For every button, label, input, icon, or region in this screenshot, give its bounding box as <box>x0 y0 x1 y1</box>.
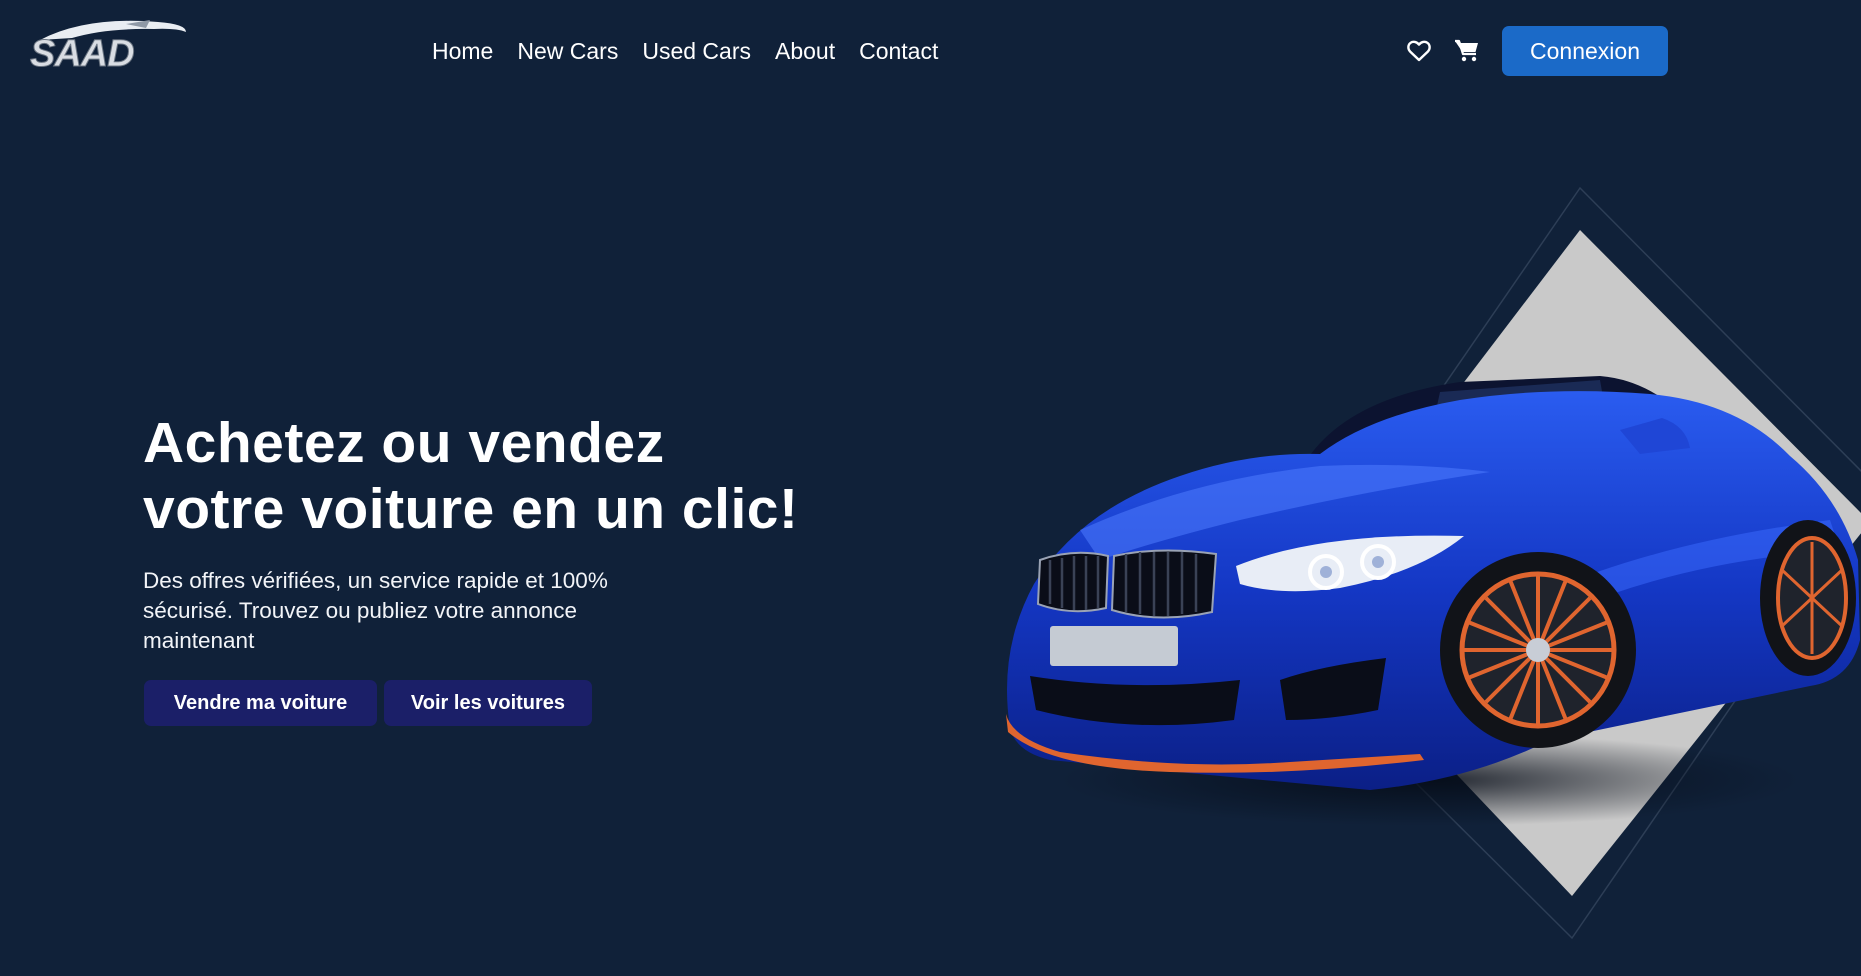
hero-title: Achetez ou vendez votre voiture en un cl… <box>143 410 923 542</box>
nav-item-new-cars[interactable]: New Cars <box>517 34 618 68</box>
logo-graphic: SAAD <box>30 20 186 72</box>
sell-car-button[interactable]: Vendre ma voiture <box>144 680 377 726</box>
cart-icon <box>1455 39 1478 62</box>
hero-actions: Vendre ma voiture Voir les voitures <box>144 680 592 726</box>
hero-description: Des offres vérifiées, un service rapide … <box>143 568 608 653</box>
brand-logo[interactable]: SAAD <box>26 14 194 72</box>
heart-icon <box>1407 40 1431 62</box>
main-nav: Home New Cars Used Cars About Contact <box>432 34 938 68</box>
hero-title-line-1: Achetez ou vendez <box>143 411 665 475</box>
nav-item-about[interactable]: About <box>775 34 835 68</box>
hero-illustration <box>990 180 1861 960</box>
browse-cars-button[interactable]: Voir les voitures <box>384 680 592 726</box>
license-plate <box>1050 626 1178 666</box>
nav-item-contact[interactable]: Contact <box>859 34 938 68</box>
cart-button[interactable] <box>1452 36 1482 66</box>
logo-text: SAAD <box>30 33 134 72</box>
car-image <box>1006 186 1861 940</box>
hero-title-line-2: votre voiture en un clic! <box>143 477 799 541</box>
wishlist-button[interactable] <box>1404 36 1434 66</box>
nav-item-home[interactable]: Home <box>432 34 493 68</box>
login-button[interactable]: Connexion <box>1502 26 1668 76</box>
nav-item-used-cars[interactable]: Used Cars <box>642 34 751 68</box>
